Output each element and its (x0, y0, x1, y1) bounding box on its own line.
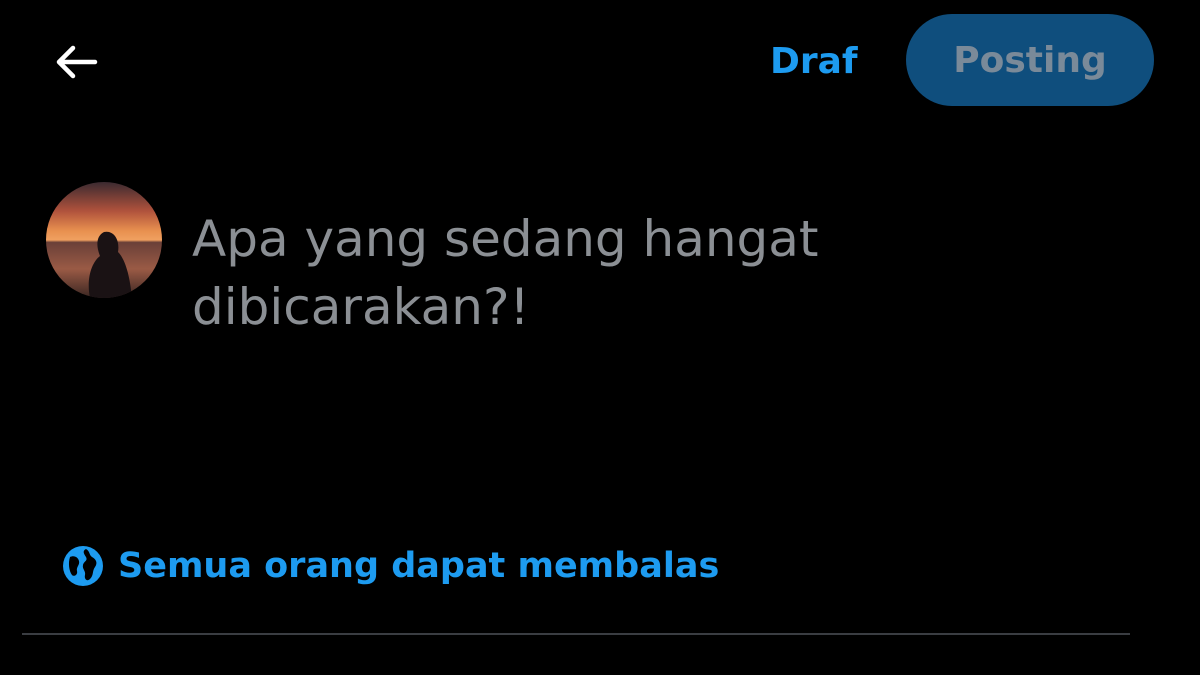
compose-post-screen: Draf Posting Apa yang sedang hangat dibi… (0, 0, 1200, 675)
draft-button[interactable]: Draf (770, 36, 858, 86)
compose-input[interactable]: Apa yang sedang hangat dibicarakan?! (192, 205, 1092, 341)
avatar[interactable] (46, 182, 162, 298)
arrow-left-icon (56, 45, 98, 79)
avatar-image (46, 182, 162, 298)
divider (22, 633, 1130, 635)
globe-icon (62, 545, 104, 587)
reply-setting-label: Semua orang dapat membalas (118, 546, 720, 586)
post-button[interactable]: Posting (906, 14, 1154, 106)
back-button[interactable] (50, 38, 102, 86)
reply-setting-button[interactable]: Semua orang dapat membalas (62, 542, 719, 590)
